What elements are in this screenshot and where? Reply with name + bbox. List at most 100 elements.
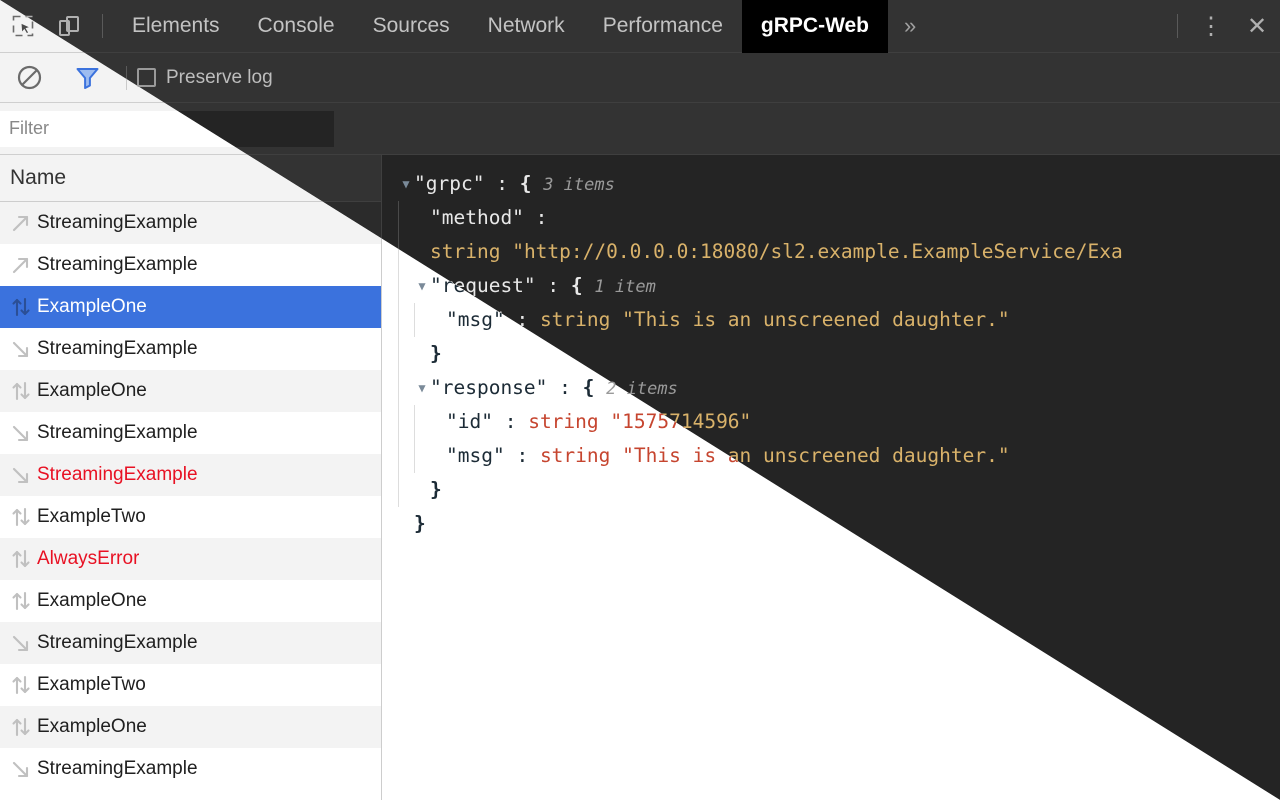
tree-guide-line [414, 439, 415, 473]
tab-label: Performance [602, 14, 723, 37]
json-line-content: } [414, 507, 426, 541]
list-item-label: StreamingExample [37, 212, 198, 233]
tab-label: Elements [132, 14, 220, 37]
list-item[interactable]: StreamingExample [0, 748, 381, 790]
json-line[interactable]: string "http://0.0.0.0:18080/sl2.example… [382, 235, 1280, 269]
tab-console[interactable]: Console [239, 0, 354, 53]
json-punct: : [535, 274, 571, 297]
main-menu-button[interactable]: ⋮ [1188, 0, 1234, 53]
tab-grpc-web[interactable]: gRPC-Web [741, 0, 889, 53]
list-item-label: StreamingExample [37, 758, 198, 779]
json-type: string [430, 240, 501, 263]
json-brace: { [570, 274, 583, 297]
json-line-content: } [430, 337, 442, 371]
close-devtools-button[interactable]: ✕ [1234, 0, 1280, 53]
json-line-content: "method" : [430, 201, 547, 235]
request-list: StreamingExample StreamingExample ExampleO… [0, 202, 381, 800]
expander-triangle[interactable]: ▼ [414, 269, 430, 303]
arrow-bidirectional-icon [8, 506, 34, 528]
arrow-down-right-icon [8, 632, 34, 654]
list-item[interactable]: StreamingExample [0, 202, 381, 244]
tree-guide-line [398, 303, 399, 337]
toolbar-divider [102, 14, 103, 38]
list-item[interactable]: StreamingExample [0, 412, 381, 454]
arrow-bidirectional-icon [8, 674, 34, 696]
list-item[interactable]: StreamingExample [0, 454, 381, 496]
json-item-count: 1 item [594, 277, 656, 297]
tab-label: Network [487, 14, 565, 37]
preserve-log-label: Preserve log [166, 66, 273, 88]
filter-placeholder: Filter [9, 118, 49, 138]
arrow-bidirectional-icon [8, 296, 34, 318]
control-bar: Preserve log [0, 53, 1280, 103]
list-item-label: StreamingExample [37, 338, 198, 359]
tree-guide-line [398, 201, 399, 235]
list-item-label: StreamingExample [37, 422, 198, 443]
preserve-log-checkbox[interactable] [137, 68, 156, 87]
list-item[interactable]: AlwaysError [0, 538, 381, 580]
clear-log-icon[interactable] [0, 53, 58, 103]
expander-triangle[interactable]: ▼ [414, 371, 430, 405]
list-item[interactable]: ExampleOne [0, 370, 381, 412]
arrow-up-right-icon [8, 212, 34, 234]
list-item-label: ExampleOne [37, 716, 147, 737]
json-punct: : [523, 206, 548, 229]
tree-guide-line [398, 405, 399, 439]
json-item-count: 3 items [543, 175, 615, 195]
json-punct: : [504, 444, 540, 467]
list-item[interactable]: StreamingExample [0, 244, 381, 286]
list-item[interactable]: StreamingExample [0, 622, 381, 664]
expander-triangle[interactable]: ▼ [398, 167, 414, 201]
json-line-content: "grpc" : { 3 items [414, 167, 615, 202]
json-string: "http://0.0.0.0:18080/sl2.example.Exampl… [512, 240, 1123, 263]
json-punct: : [492, 410, 529, 433]
tab-network[interactable]: Network [469, 0, 584, 53]
list-item[interactable]: ExampleTwo [0, 664, 381, 706]
json-line[interactable]: "method" : [382, 201, 1280, 235]
json-brace: { [582, 376, 595, 399]
list-item[interactable]: ExampleOne [0, 580, 381, 622]
tree-guide-line [398, 439, 399, 473]
tree-guide-line [398, 473, 399, 507]
list-item-label: ExampleOne [37, 380, 147, 401]
json-key: "grpc" [414, 172, 485, 195]
arrow-down-right-icon [8, 758, 34, 780]
arrow-bidirectional-icon [8, 590, 34, 612]
arrow-up-right-icon [8, 254, 34, 276]
devtools-window: Elements Console Sources Network Perform… [0, 0, 1280, 800]
arrow-down-right-icon [8, 338, 34, 360]
arrow-bidirectional-icon [8, 380, 34, 402]
json-key: "msg" [446, 444, 505, 467]
json-key: "msg" [446, 308, 505, 331]
list-item-label: AlwaysError [37, 548, 140, 569]
json-brace: } [430, 342, 442, 365]
json-line[interactable]: ▼"request" : { 1 item [382, 269, 1280, 303]
json-key: "method" [430, 206, 524, 229]
more-tabs-button[interactable]: » [888, 0, 932, 53]
request-list-pane: Name StreamingExampleStreamingExampleExa… [0, 155, 382, 800]
tab-sources[interactable]: Sources [354, 0, 469, 53]
json-brace: } [430, 478, 442, 501]
json-type: string [539, 444, 611, 467]
list-item[interactable]: ExampleOne [0, 706, 381, 748]
tab-elements[interactable]: Elements [113, 0, 239, 53]
tree-guide-line [414, 303, 415, 337]
list-item-label: ExampleTwo [37, 674, 146, 695]
json-line[interactable]: ▼"grpc" : { 3 items [382, 167, 1280, 201]
list-item[interactable]: StreamingExample [0, 328, 381, 370]
list-item-label: StreamingExample [37, 464, 198, 485]
json-punct: : [484, 172, 520, 195]
list-item[interactable]: ExampleOne [0, 286, 381, 328]
list-item-label: ExampleOne [37, 296, 147, 317]
list-item-label: ExampleTwo [37, 506, 146, 527]
preserve-log-control[interactable]: Preserve log [137, 67, 273, 89]
panel-tabs: Elements Console Sources Network Perform… [113, 0, 889, 53]
list-item[interactable]: ExampleTwo [0, 496, 381, 538]
tab-strip: Elements Console Sources Network Perform… [0, 0, 1280, 53]
toolbar-divider-right [1177, 14, 1178, 38]
tab-performance[interactable]: Performance [584, 0, 742, 53]
list-item-label: StreamingExample [37, 254, 198, 275]
tree-guide-line [398, 269, 399, 303]
arrow-bidirectional-icon [8, 548, 34, 570]
json-brace: } [414, 512, 426, 535]
